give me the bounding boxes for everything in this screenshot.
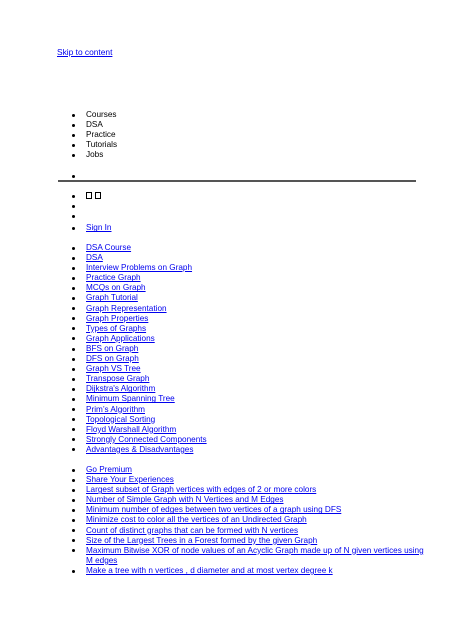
missing-glyph-icon	[86, 192, 92, 199]
related-item: Number of Simple Graph with N Vertices a…	[0, 495, 426, 505]
nav-label: Jobs	[86, 150, 104, 160]
topic-link[interactable]: Graph Tutorial	[86, 293, 138, 302]
topic-item: Graph Tutorial	[0, 293, 207, 303]
related-item: Make a tree with n vertices , d diameter…	[0, 566, 426, 576]
topic-link[interactable]: Topological Sorting	[86, 415, 155, 424]
related-link[interactable]: Make a tree with n vertices , d diameter…	[86, 566, 333, 575]
related-item: Minimum number of edges between two vert…	[0, 505, 426, 515]
nav-item-dsa[interactable]: DSA	[0, 120, 117, 130]
topic-item: DSA Course	[0, 243, 207, 253]
related-item: Share Your Experiences	[0, 475, 426, 485]
related-link[interactable]: Minimize cost to color all the vertices …	[86, 515, 307, 524]
tool-empty-item	[0, 201, 112, 211]
nav-item-courses[interactable]: Courses	[0, 110, 117, 120]
topic-item: Practice Graph	[0, 273, 207, 283]
topic-link[interactable]: Advantages & Disadvantages	[86, 445, 193, 454]
related-link[interactable]: Go Premium	[86, 465, 132, 474]
topic-item: Graph Applications	[0, 334, 207, 344]
topic-link[interactable]: DFS on Graph	[86, 354, 139, 363]
related-link[interactable]: Count of distinct graphs that can be for…	[86, 526, 298, 535]
topic-item: MCQs on Graph	[0, 283, 207, 293]
topic-item: Advantages & Disadvantages	[0, 445, 207, 455]
related-item: Largest subset of Graph vertices with ed…	[0, 485, 426, 495]
topic-link[interactable]: Practice Graph	[86, 273, 141, 282]
nav-label: Tutorials	[86, 140, 118, 150]
topic-item: Floyd Warshall Algorithm	[0, 425, 207, 435]
top-nav: Courses DSA Practice Tutorials Jobs	[0, 110, 117, 160]
topic-link[interactable]: Strongly Connected Components	[86, 435, 207, 444]
topic-link[interactable]: Floyd Warshall Algorithm	[86, 425, 176, 434]
related-item: Size of the Largest Trees in a Forest fo…	[0, 536, 426, 546]
topic-item: DFS on Graph	[0, 354, 207, 364]
topic-item: Graph Properties	[0, 314, 207, 324]
topic-item: Prim’s Algorithm	[0, 405, 207, 415]
topic-item: Strongly Connected Components	[0, 435, 207, 445]
topic-link[interactable]: Transpose Graph	[86, 374, 149, 383]
header-tools: Sign In	[0, 191, 112, 233]
topic-link[interactable]: BFS on Graph	[86, 344, 138, 353]
topic-link[interactable]: MCQs on Graph	[86, 283, 146, 292]
related-item: Minimize cost to color all the vertices …	[0, 515, 426, 525]
related-link[interactable]: Maximum Bitwise XOR of node values of an…	[86, 546, 424, 565]
topic-link[interactable]: Graph Properties	[86, 314, 148, 323]
topic-link[interactable]: Graph VS Tree	[86, 364, 141, 373]
related-link[interactable]: Minimum number of edges between two vert…	[86, 505, 341, 514]
related-item: Maximum Bitwise XOR of node values of an…	[0, 546, 426, 566]
topic-item: Types of Graphs	[0, 324, 207, 334]
topic-item: Minimum Spanning Tree	[0, 394, 207, 404]
nav-label: Practice	[86, 130, 116, 140]
tool-empty-item	[0, 211, 112, 221]
topic-link[interactable]: Minimum Spanning Tree	[86, 394, 175, 403]
nav-item-practice[interactable]: Practice	[0, 130, 117, 140]
related-articles-list: Go Premium Share Your Experiences Largest …	[0, 465, 426, 576]
topic-link[interactable]: Graph Representation	[86, 304, 167, 313]
sign-in-item: Sign In	[0, 223, 112, 233]
related-link[interactable]: Largest subset of Graph vertices with ed…	[86, 485, 316, 494]
topic-link[interactable]: Prim’s Algorithm	[86, 405, 145, 414]
nav-label: DSA	[86, 120, 103, 130]
topic-item: Graph VS Tree	[0, 364, 207, 374]
related-link[interactable]: Share Your Experiences	[86, 475, 174, 484]
topic-link[interactable]: DSA	[86, 253, 103, 262]
topic-link[interactable]: Dijkstra's Algorithm	[86, 384, 155, 393]
topic-item: Dijkstra's Algorithm	[0, 384, 207, 394]
topic-item: DSA	[0, 253, 207, 263]
related-item: Count of distinct graphs that can be for…	[0, 526, 426, 536]
graph-topic-list: DSA Course DSA Interview Problems on Graph…	[0, 243, 207, 455]
nav-label: Courses	[86, 110, 117, 119]
nav-item-jobs[interactable]: Jobs	[0, 150, 117, 160]
related-link[interactable]: Size of the Largest Trees in a Forest fo…	[86, 536, 317, 545]
topic-link[interactable]: Graph Applications	[86, 334, 155, 343]
sign-in-link[interactable]: Sign In	[86, 223, 112, 232]
related-link[interactable]: Number of Simple Graph with N Vertices a…	[86, 495, 284, 504]
header-divider	[58, 180, 416, 182]
topic-link[interactable]: Types of Graphs	[86, 324, 146, 333]
topic-item: Interview Problems on Graph	[0, 263, 207, 273]
related-item: Go Premium	[0, 465, 426, 475]
missing-glyph-icon	[95, 192, 101, 199]
skip-to-content-link[interactable]: Skip to content	[57, 47, 112, 57]
nav-item-tutorials[interactable]: Tutorials	[0, 140, 117, 150]
tool-icons[interactable]	[0, 191, 112, 201]
topic-item: Topological Sorting	[0, 415, 207, 425]
topic-link[interactable]: DSA Course	[86, 243, 131, 252]
topic-item: BFS on Graph	[0, 344, 207, 354]
topic-link[interactable]: Interview Problems on Graph	[86, 263, 192, 272]
topic-item: Transpose Graph	[0, 374, 207, 384]
topic-item: Graph Representation	[0, 304, 207, 314]
